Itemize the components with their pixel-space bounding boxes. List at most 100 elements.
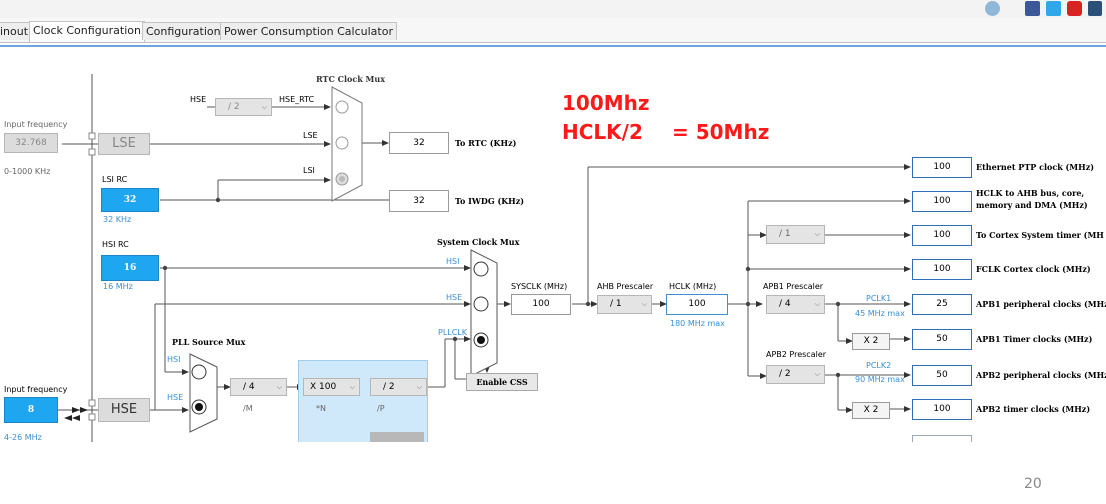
iwdg-output-value: 32 (389, 190, 449, 212)
apb2-timer-multiplier: X 2 (852, 402, 890, 419)
rtc-hse-rtc-label: HSE_RTC (279, 95, 315, 104)
hsi-rc-unit: 16 MHz (103, 282, 133, 291)
network-icon[interactable] (1088, 1, 1102, 16)
pclk2-label: PCLK2 (866, 361, 892, 370)
hse-frequency-field[interactable]: 8 (4, 397, 58, 423)
pll-region (298, 360, 428, 442)
apb1-prescaler-value: / 4 (779, 299, 791, 309)
pll-hsi-label: HSI (167, 355, 181, 364)
output-apb2-peripheral-label: APB2 peripheral clocks (MHz (976, 370, 1106, 380)
pclk1-label: PCLK1 (866, 294, 892, 303)
iwdg-output-label: To IWDG (KHz) (455, 196, 525, 206)
rtc-hse-divider-dropdown[interactable]: / 2 ⌵ (215, 98, 272, 116)
pclk1-max: 45 MHz max (855, 309, 905, 318)
tab-power-consumption-calculator[interactable]: Power Consumption Calculator (220, 22, 397, 40)
top-toolbar (0, 0, 1106, 19)
pll-hse-label: HSE (167, 393, 184, 402)
pll-n-label: *N (316, 404, 326, 413)
lse-block: LSE (98, 133, 150, 155)
output-cortex-timer-value: 100 (912, 225, 972, 246)
pll-source-mux-title: PLL Source Mux (172, 337, 246, 347)
pll-inner-block (370, 432, 424, 442)
ahb-prescaler-dropdown[interactable]: / 1 ⌵ (597, 295, 652, 314)
output-cortex-timer-label: To Cortex System timer (MH (976, 230, 1104, 240)
pll-p-dropdown[interactable]: / 2 ⌵ (370, 378, 427, 396)
tab-pinout[interactable]: inout (0, 22, 33, 40)
rtc-clock-mux-title: RTC Clock Mux (316, 74, 385, 84)
sysmux-hse-label: HSE (446, 293, 463, 302)
rtc-hse-divider-value: / 2 (228, 102, 240, 112)
lse-range: 0-1000 KHz (4, 167, 51, 176)
cortex-timer-divider-value: / 1 (779, 229, 791, 239)
hse-block: HSE (98, 398, 150, 422)
output-hclk-ahb-label: HCLK to AHB bus, core, (976, 188, 1085, 198)
output-apb2-timer-label: APB2 timer clocks (MHz) (976, 404, 1091, 414)
chevron-down-icon: ⌵ (416, 383, 422, 391)
pll-n-dropdown[interactable]: X 100 ⌵ (303, 378, 360, 396)
output-apb1-timer-label: APB1 Timer clocks (MHz) (976, 334, 1093, 344)
hclk-max: 180 MHz max (670, 319, 725, 328)
output-hclk-ahb-label-line2: memory and DMA (MHz) (976, 200, 1088, 210)
twitter-icon[interactable] (1046, 1, 1061, 16)
sysclk-label: SYSCLK (MHz) (511, 282, 568, 291)
enable-css-button[interactable]: Enable CSS (466, 373, 538, 391)
sysclk-value: 100 (511, 294, 571, 315)
tab-bar: inout Clock Configuration Configuration … (0, 18, 1106, 43)
pll-p-value: / 2 (383, 382, 395, 392)
tab-clock-configuration[interactable]: Clock Configuration (29, 21, 145, 42)
cortex-timer-divider-dropdown[interactable]: / 1 ⌵ (766, 225, 825, 244)
rtc-lse-label: LSE (303, 131, 318, 140)
output-apb2-peripheral-value: 50 (912, 365, 972, 386)
lse-frequency-field[interactable]: 32.768 (4, 133, 58, 153)
system-clock-mux-title: System Clock Mux (437, 237, 520, 247)
globe-icon[interactable] (985, 1, 1000, 16)
hclk-label: HCLK (MHz) (669, 282, 717, 291)
pclk2-max: 90 MHz max (855, 375, 905, 384)
output-apb1-peripheral-label: APB1 peripheral clocks (MHz (976, 299, 1106, 309)
tab-configuration[interactable]: Configuration (142, 22, 225, 40)
chevron-down-icon: ⌵ (641, 300, 647, 308)
ahb-prescaler-value: / 1 (610, 299, 622, 309)
rtc-lsi-label: LSI (303, 166, 315, 175)
chevron-down-icon: ⌵ (349, 383, 355, 391)
output-partial-box (912, 435, 972, 442)
apb2-prescaler-dropdown[interactable]: / 2 ⌵ (766, 365, 825, 384)
apb2-prescaler-label: APB2 Prescaler (766, 350, 827, 359)
output-fclk-value: 100 (912, 259, 972, 280)
output-apb1-timer-value: 50 (912, 329, 972, 350)
rtc-output-value: 32 (389, 132, 449, 154)
hsi-rc-value: 16 (101, 255, 159, 281)
lsi-rc-unit: 32 KHz (103, 215, 132, 224)
sysmux-hsi-label: HSI (446, 257, 460, 266)
hclk-input[interactable]: 100 (666, 294, 728, 315)
apb2-prescaler-value: / 2 (779, 369, 791, 379)
output-fclk-label: FCLK Cortex clock (MHz) (976, 264, 1091, 274)
annotation-sysclk: 100Mhz (562, 91, 650, 115)
pll-m-dropdown[interactable]: / 4 ⌵ (230, 378, 287, 396)
clock-tree-canvas: Input frequency 32.768 0-1000 KHz LSE LS… (0, 45, 1106, 442)
youtube-icon[interactable] (1067, 1, 1082, 16)
chevron-down-icon: ⌵ (814, 230, 820, 238)
apb1-timer-multiplier: X 2 (852, 333, 890, 350)
pll-m-value: / 4 (243, 382, 255, 392)
pll-p-label: /P (377, 404, 385, 413)
lse-input-frequency-label: Input frequency (4, 120, 68, 129)
page-number: 20 (1024, 476, 1042, 492)
apb1-prescaler-label: APB1 Prescaler (763, 282, 824, 291)
output-apb2-timer-value: 100 (912, 399, 972, 420)
apb1-prescaler-dropdown[interactable]: / 4 ⌵ (766, 295, 825, 314)
chevron-down-icon: ⌵ (814, 370, 820, 378)
output-ethernet-ptp-label: Ethernet PTP clock (MHz) (976, 162, 1095, 172)
hse-input-frequency-label: Input frequency (4, 385, 68, 394)
hse-range: 4-26 MHz (4, 433, 42, 442)
ahb-prescaler-label: AHB Prescaler (597, 282, 654, 291)
output-ethernet-ptp-value: 100 (912, 157, 972, 178)
annotation-result: = 50Mhz (672, 120, 770, 144)
chevron-down-icon: ⌵ (814, 300, 820, 308)
annotation-hclk-div: HCLK/2 (562, 120, 643, 144)
facebook-icon[interactable] (1025, 1, 1040, 16)
pll-m-label: /M (243, 404, 253, 413)
sysmux-pllclk-label: PLLCLK (438, 328, 468, 337)
chevron-down-icon: ⌵ (276, 383, 282, 391)
lsi-rc-value: 32 (101, 188, 159, 212)
